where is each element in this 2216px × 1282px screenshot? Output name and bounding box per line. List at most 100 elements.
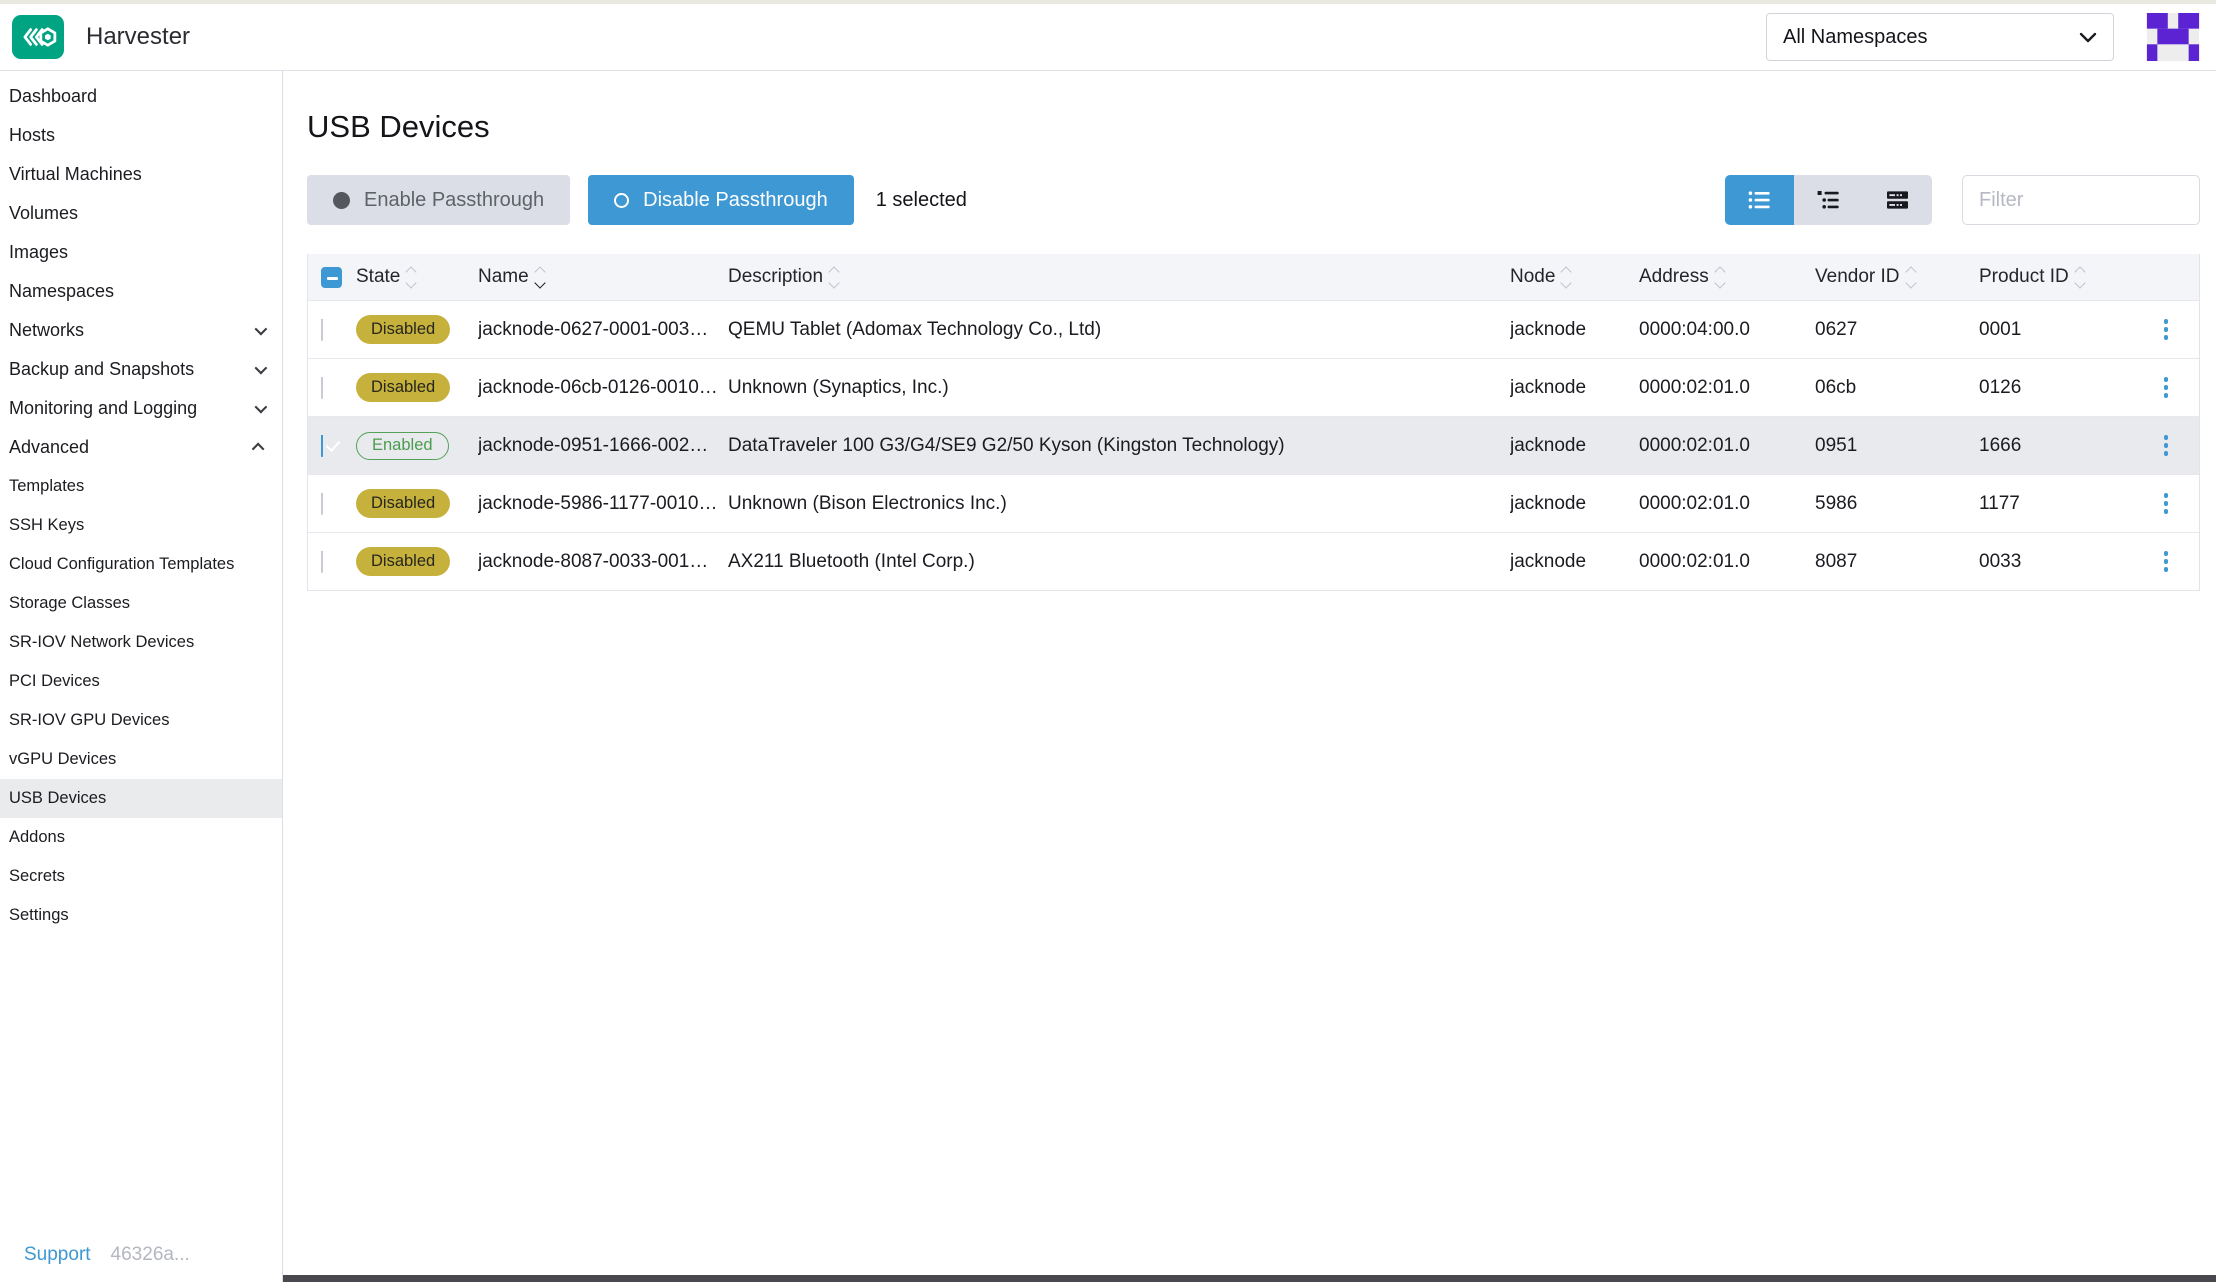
device-product-id: 1177 [1979, 493, 2143, 515]
row-actions-menu-icon[interactable] [2151, 313, 2181, 346]
list-view-button[interactable] [1725, 175, 1794, 225]
sidebar-item-dashboard[interactable]: Dashboard [0, 77, 282, 116]
select-all-checkbox[interactable] [321, 267, 342, 288]
sidebar-item-ssh-keys[interactable]: SSH Keys [0, 506, 282, 545]
right-controls [1725, 175, 2200, 225]
device-name: jacknode-0627-0001-003002 [478, 319, 728, 341]
sort-icon [1907, 268, 1915, 287]
actions-row: Enable Passthrough Disable Passthrough 1… [307, 175, 2200, 225]
table-row-selected: Enabled jacknode-0951-1666-002002 DataTr… [308, 416, 2199, 474]
device-node: jacknode [1510, 493, 1639, 515]
table-row: Disabled jacknode-8087-0033-001004 AX211… [308, 532, 2199, 590]
device-description: Unknown (Bison Electronics Inc.) [728, 493, 1510, 515]
sidebar-item-volumes[interactable]: Volumes [0, 194, 282, 233]
sidebar-item-virtual-machines[interactable]: Virtual Machines [0, 155, 282, 194]
version-label: 46326a... [111, 1244, 190, 1266]
chevron-down-icon [2079, 32, 2097, 43]
device-description: DataTraveler 100 G3/G4/SE9 G2/50 Kyson (… [728, 435, 1510, 457]
sidebar: Dashboard Hosts Virtual Machines Volumes… [0, 71, 283, 1282]
main-content: USB Devices Enable Passthrough Disable P… [283, 71, 2216, 1282]
sidebar-item-usb-devices[interactable]: USB Devices [0, 779, 282, 818]
support-link[interactable]: Support [24, 1244, 91, 1266]
device-name: jacknode-5986-1177-001003 [478, 493, 728, 515]
sidebar-group-backup-and-snapshots[interactable]: Backup and Snapshots [0, 350, 282, 389]
app-header: Harvester All Namespaces [0, 4, 2216, 71]
device-node: jacknode [1510, 377, 1639, 399]
device-product-id: 0126 [1979, 377, 2143, 399]
sort-icon [830, 268, 838, 287]
device-address: 0000:02:01.0 [1639, 435, 1815, 457]
namespace-select[interactable]: All Namespaces [1766, 13, 2114, 61]
sidebar-item-hosts[interactable]: Hosts [0, 116, 282, 155]
disable-passthrough-button[interactable]: Disable Passthrough [588, 175, 854, 225]
horizontal-scrollbar[interactable] [283, 1275, 2216, 1282]
sidebar-item-sriov-gpu-devices[interactable]: SR-IOV GPU Devices [0, 701, 282, 740]
chevron-down-icon [255, 401, 268, 414]
sidebar-item-namespaces[interactable]: Namespaces [0, 272, 282, 311]
sidebar-item-sriov-network-devices[interactable]: SR-IOV Network Devices [0, 623, 282, 662]
card-view-button[interactable] [1863, 175, 1932, 225]
sidebar-item-images[interactable]: Images [0, 233, 282, 272]
table-row: Disabled jacknode-5986-1177-001003 Unkno… [308, 474, 2199, 532]
state-badge: Disabled [356, 315, 450, 344]
device-vendor-id: 06cb [1815, 377, 1979, 399]
sidebar-item-vgpu-devices[interactable]: vGPU Devices [0, 740, 282, 779]
row-checkbox[interactable] [321, 319, 323, 341]
sidebar-item-settings[interactable]: Settings [0, 896, 282, 935]
enable-passthrough-button[interactable]: Enable Passthrough [307, 175, 570, 225]
device-description: AX211 Bluetooth (Intel Corp.) [728, 551, 1510, 573]
sidebar-item-addons[interactable]: Addons [0, 818, 282, 857]
sidebar-group-monitoring-and-logging[interactable]: Monitoring and Logging [0, 389, 282, 428]
device-vendor-id: 0951 [1815, 435, 1979, 457]
device-vendor-id: 8087 [1815, 551, 1979, 573]
sidebar-item-pci-devices[interactable]: PCI Devices [0, 662, 282, 701]
row-actions-menu-icon[interactable] [2151, 487, 2181, 520]
grouped-view-icon [1817, 190, 1840, 210]
user-avatar[interactable] [2146, 13, 2200, 61]
table-header-row: State Name Description Node Address Vend… [308, 254, 2199, 300]
column-header-description[interactable]: Description [728, 266, 1510, 288]
column-header-product-id[interactable]: Product ID [1979, 266, 2143, 288]
grouped-view-button[interactable] [1794, 175, 1863, 225]
harvester-logo-icon[interactable] [12, 15, 64, 59]
filled-circle-icon [333, 192, 350, 209]
row-actions-menu-icon[interactable] [2151, 545, 2181, 578]
device-vendor-id: 5986 [1815, 493, 1979, 515]
chevron-down-icon [255, 362, 268, 375]
device-node: jacknode [1510, 551, 1639, 573]
sidebar-item-templates[interactable]: Templates [0, 467, 282, 506]
device-name: jacknode-8087-0033-001004 [478, 551, 728, 573]
column-header-vendor-id[interactable]: Vendor ID [1815, 266, 1979, 288]
column-header-name[interactable]: Name [478, 266, 728, 288]
list-view-icon [1748, 190, 1771, 210]
row-actions-menu-icon[interactable] [2151, 429, 2181, 462]
device-address: 0000:02:01.0 [1639, 377, 1815, 399]
state-badge: Disabled [356, 489, 450, 518]
state-badge: Disabled [356, 547, 450, 576]
sort-icon [1562, 268, 1570, 287]
sidebar-item-secrets[interactable]: Secrets [0, 857, 282, 896]
sidebar-group-advanced[interactable]: Advanced [0, 428, 282, 467]
row-checkbox[interactable] [321, 493, 323, 515]
row-checkbox[interactable] [321, 435, 323, 457]
device-node: jacknode [1510, 435, 1639, 457]
sidebar-item-storage-classes[interactable]: Storage Classes [0, 584, 282, 623]
row-actions-menu-icon[interactable] [2151, 371, 2181, 404]
sidebar-group-networks[interactable]: Networks [0, 311, 282, 350]
filter-input[interactable] [1962, 175, 2200, 225]
device-address: 0000:02:01.0 [1639, 493, 1815, 515]
table-row: Disabled jacknode-0627-0001-003002 QEMU … [308, 300, 2199, 358]
column-header-state[interactable]: State [356, 266, 478, 288]
chevron-down-icon [255, 323, 268, 336]
table-row: Disabled jacknode-06cb-0126-001002 Unkno… [308, 358, 2199, 416]
row-checkbox[interactable] [321, 551, 323, 573]
device-product-id: 1666 [1979, 435, 2143, 457]
sidebar-item-cloud-configuration-templates[interactable]: Cloud Configuration Templates [0, 545, 282, 584]
sort-icon [2076, 268, 2084, 287]
column-header-node[interactable]: Node [1510, 266, 1639, 288]
row-checkbox[interactable] [321, 377, 323, 399]
selected-count-label: 1 selected [876, 189, 967, 212]
device-name: jacknode-0951-1666-002002 [478, 435, 728, 457]
column-header-address[interactable]: Address [1639, 266, 1815, 288]
device-node: jacknode [1510, 319, 1639, 341]
